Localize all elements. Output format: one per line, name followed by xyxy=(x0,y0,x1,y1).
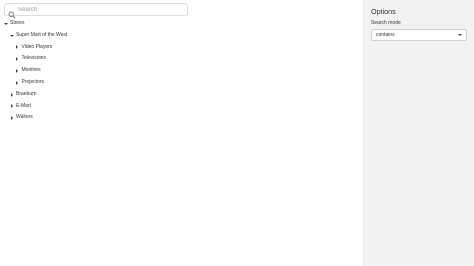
tree-list: Stores Super Mart of the West Video Play… xyxy=(0,18,363,124)
search-mode-label: Search mode xyxy=(371,19,401,26)
tree-node-label: Walters xyxy=(16,114,33,121)
tree-node-monitors[interactable]: Monitors xyxy=(0,65,363,77)
tree-node-label: Super Mart of the West xyxy=(16,31,68,38)
search-input[interactable] xyxy=(18,4,186,15)
tree-node-label: E-Mart xyxy=(16,102,31,109)
triangle-right-icon[interactable] xyxy=(14,65,20,77)
tree-node-super-mart-of-the-west[interactable]: Super Mart of the West xyxy=(0,30,363,42)
triangle-right-icon[interactable] xyxy=(9,112,15,124)
triangle-right-icon[interactable] xyxy=(9,101,15,113)
tree-node-stores[interactable]: Stores xyxy=(0,18,363,30)
triangle-right-icon[interactable] xyxy=(14,77,20,89)
search-icon xyxy=(8,6,16,19)
chevron-down-icon[interactable] xyxy=(458,34,462,36)
tree-node-label: Monitors xyxy=(21,67,41,74)
tree-node-label: Stores xyxy=(10,20,25,26)
tree-node-label: Video Players xyxy=(21,43,53,50)
triangle-down-icon[interactable] xyxy=(3,18,9,30)
search-box[interactable] xyxy=(4,3,188,19)
tree-node-video-players[interactable]: Video Players xyxy=(0,42,363,54)
tree-node-braeburn[interactable]: Braeburn xyxy=(0,89,363,101)
search-mode-value: contains xyxy=(376,32,395,38)
tree-node-projectors[interactable]: Projectors xyxy=(0,77,363,89)
triangle-right-icon[interactable] xyxy=(14,42,20,54)
tree-node-label: Braeburn xyxy=(16,90,37,97)
triangle-right-icon[interactable] xyxy=(14,53,20,65)
tree-node-label: Projectors xyxy=(21,78,45,85)
tree-node-e-mart[interactable]: E-Mart xyxy=(0,101,363,113)
tree-view-area: Stores Super Mart of the West Video Play… xyxy=(0,0,363,266)
tree-node-label: Televisions xyxy=(21,55,46,62)
tree-node-walters[interactable]: Walters xyxy=(0,112,363,124)
options-title: Options xyxy=(371,7,396,16)
app-window: Stores Super Mart of the West Video Play… xyxy=(0,0,474,266)
tree-node-televisions[interactable]: Televisions xyxy=(0,53,363,65)
search-mode-select[interactable]: contains xyxy=(371,29,467,41)
triangle-right-icon[interactable] xyxy=(9,89,15,101)
options-panel: Options Search mode contains xyxy=(363,0,474,266)
triangle-down-icon[interactable] xyxy=(9,30,15,42)
